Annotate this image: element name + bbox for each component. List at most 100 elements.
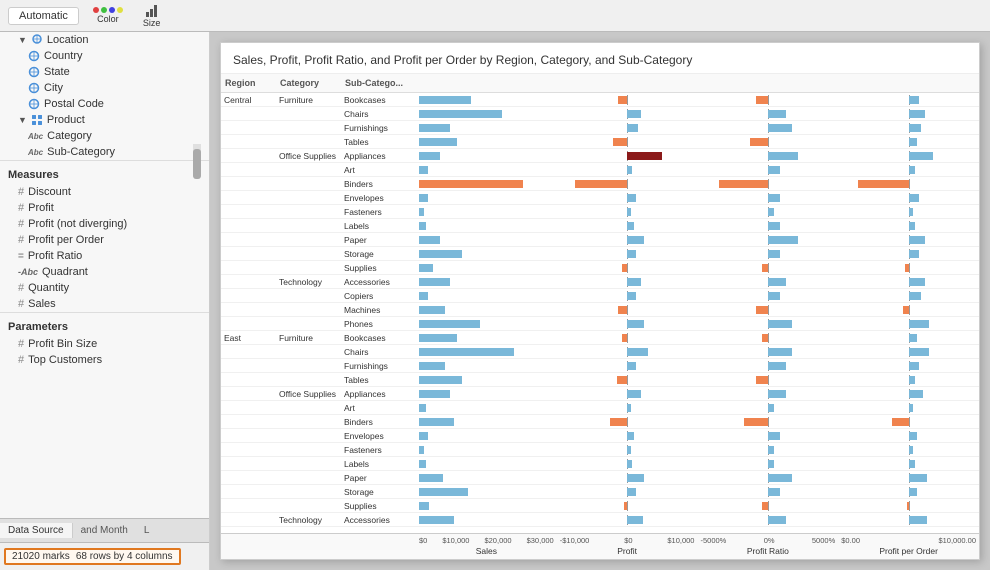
sidebar-item-profit[interactable]: # Profit (0, 200, 209, 216)
table-row[interactable]: Storage (221, 247, 979, 261)
cell-bar (838, 415, 979, 428)
table-row[interactable]: TechnologyAccessories (221, 513, 979, 527)
zero-line (627, 333, 628, 343)
zero-line (627, 501, 628, 511)
table-row[interactable]: Copiers (221, 289, 979, 303)
table-row[interactable]: Supplies (221, 261, 979, 275)
cell-region: East (221, 332, 276, 344)
sidebar-item-state[interactable]: State (0, 64, 209, 80)
color-button[interactable]: Color (87, 5, 129, 26)
table-row[interactable]: Envelopes (221, 429, 979, 443)
sidebar-item-location[interactable]: ▼ Location (0, 32, 209, 48)
xaxis-profit: -$10,000 $0 $10,000 Profit (557, 534, 698, 559)
table-row[interactable]: Paper (221, 233, 979, 247)
cell-bar (838, 457, 979, 470)
size-button[interactable]: Size (137, 1, 167, 30)
table-row[interactable]: Binders (221, 177, 979, 191)
bar-positive (909, 474, 927, 482)
table-row[interactable]: Office SuppliesAppliances (221, 149, 979, 163)
table-row[interactable]: Machines (221, 303, 979, 317)
header-profit-per-order (838, 76, 979, 90)
sidebar-scrollbar[interactable] (193, 144, 201, 160)
bar-positive (909, 138, 917, 146)
sidebar-item-product[interactable]: ▼ Product (0, 112, 209, 128)
sidebar-item-top-customers[interactable]: # Top Customers (0, 352, 209, 368)
cell-category: Furniture (276, 332, 341, 344)
table-row[interactable]: CentralFurnitureBookcases (221, 93, 979, 107)
sidebar: ▼ Location Country State City Postal Cod… (0, 32, 210, 570)
cell-bar (557, 247, 698, 260)
sidebar-item-profit-ratio[interactable]: = Profit Ratio (0, 248, 209, 264)
cell-bar (698, 345, 839, 358)
cell-bar (416, 401, 557, 414)
sidebar-item-profit-bin[interactable]: # Profit Bin Size (0, 336, 209, 352)
cell-bar (698, 401, 839, 414)
table-row[interactable]: Supplies (221, 499, 979, 513)
cell-region (221, 477, 276, 479)
subcategory-label: Sub-Category (47, 146, 115, 158)
chart-title: Sales, Profit, Profit Ratio, and Profit … (221, 43, 979, 74)
header-category: Category (276, 76, 341, 90)
quadrant-label: Quadrant (42, 266, 88, 278)
table-row[interactable]: Tables (221, 135, 979, 149)
table-row[interactable]: TechnologyAccessories (221, 275, 979, 289)
table-row[interactable]: Tables (221, 373, 979, 387)
tab-l[interactable]: L (136, 523, 158, 538)
table-row[interactable]: Binders (221, 415, 979, 429)
sidebar-item-country[interactable]: Country (0, 48, 209, 64)
sidebar-item-discount[interactable]: # Discount (0, 184, 209, 200)
cell-bar (698, 135, 839, 148)
sidebar-item-city[interactable]: City (0, 80, 209, 96)
sidebar-item-sales[interactable]: # Sales (0, 296, 209, 312)
cell-region (221, 393, 276, 395)
bar-positive (627, 222, 634, 230)
cell-bar (838, 191, 979, 204)
xaxis-profit-ratio: -5000% 0% 5000% Profit Ratio (698, 534, 839, 559)
table-row[interactable]: Chairs (221, 107, 979, 121)
table-row[interactable]: Paper (221, 471, 979, 485)
table-row[interactable]: Fasteners (221, 443, 979, 457)
sidebar-item-quantity[interactable]: # Quantity (0, 280, 209, 296)
xaxis-ppo-0: $0.00 (841, 536, 860, 545)
table-row[interactable]: Envelopes (221, 191, 979, 205)
cell-bar (838, 219, 979, 232)
sidebar-item-subcategory[interactable]: Abc Sub-Category (0, 144, 209, 160)
table-row[interactable]: Office SuppliesAppliances (221, 387, 979, 401)
table-row[interactable]: Art (221, 163, 979, 177)
table-row[interactable]: Furnishings (221, 121, 979, 135)
sidebar-item-profit-per-order[interactable]: # Profit per Order (0, 232, 209, 248)
cell-bar (698, 163, 839, 176)
bar-negative (622, 264, 627, 272)
xaxis-sales-0: $0 (419, 536, 427, 545)
cell-bar (838, 373, 979, 386)
bar (419, 334, 457, 342)
bar (419, 138, 457, 146)
bar (419, 180, 523, 188)
sidebar-item-category[interactable]: Abc Category (0, 128, 209, 144)
tab-data-source[interactable]: Data Source (0, 523, 73, 538)
cell-bar (698, 317, 839, 330)
tab-and-month[interactable]: and Month (73, 523, 136, 538)
table-row[interactable]: Storage (221, 485, 979, 499)
table-row[interactable]: Phones (221, 317, 979, 331)
table-row[interactable]: Art (221, 401, 979, 415)
sidebar-item-postalcode[interactable]: Postal Code (0, 96, 209, 112)
table-row[interactable]: Furnishings (221, 359, 979, 373)
cell-category (276, 323, 341, 325)
cell-region (221, 127, 276, 129)
bar-positive (627, 250, 636, 258)
profit-ratio-label: Profit Ratio (28, 250, 82, 262)
table-row[interactable]: Labels (221, 457, 979, 471)
sidebar-item-profit-not-div[interactable]: # Profit (not diverging) (0, 216, 209, 232)
table-row[interactable]: EastFurnitureBookcases (221, 331, 979, 345)
sidebar-item-quadrant[interactable]: -Abc Quadrant (0, 264, 209, 280)
status-rows: 68 rows by 4 columns (76, 551, 173, 562)
cell-region (221, 295, 276, 297)
cell-category: Office Supplies (276, 150, 341, 162)
table-row[interactable]: Chairs (221, 345, 979, 359)
cell-region (221, 365, 276, 367)
table-row[interactable]: Labels (221, 219, 979, 233)
cell-subcategory: Art (341, 164, 416, 176)
automatic-dropdown[interactable]: Automatic (8, 7, 79, 25)
table-row[interactable]: Fasteners (221, 205, 979, 219)
